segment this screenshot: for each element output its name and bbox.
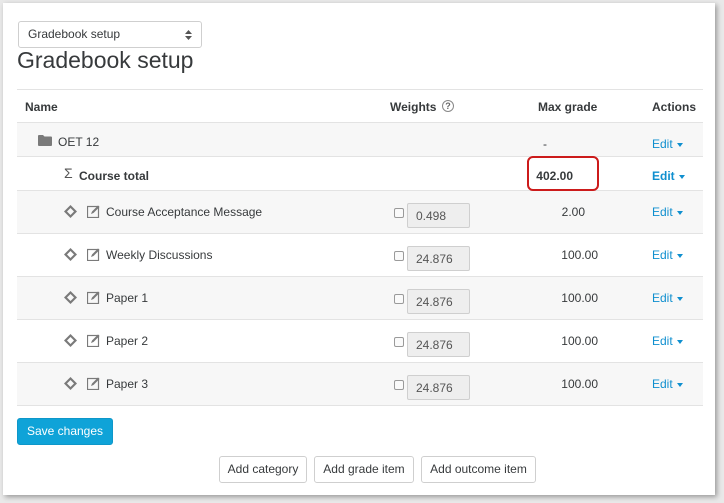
table-row: Paper 1 100.00 Edit — [17, 277, 703, 320]
grade-item-icon — [87, 334, 100, 347]
weight-input[interactable] — [407, 375, 470, 400]
edit-label: Edit — [652, 334, 673, 348]
weight-input[interactable] — [407, 289, 470, 314]
grade-item-icon — [87, 205, 100, 218]
item-max-grade: 100.00 — [561, 377, 598, 391]
page-selector[interactable]: Gradebook setup — [18, 21, 202, 48]
item-name: Weekly Discussions — [106, 248, 213, 262]
header-name: Name — [25, 100, 58, 114]
edit-label: Edit — [652, 291, 673, 305]
select-arrows-icon — [185, 30, 192, 40]
weight-input[interactable] — [407, 332, 470, 357]
course-total-label: Course total — [79, 169, 150, 183]
weight-input[interactable] — [407, 246, 470, 271]
table-row: Paper 2 100.00 Edit — [17, 320, 703, 363]
item-edit-menu[interactable]: Edit — [652, 205, 683, 219]
table-row: Weekly Discussions 100.00 Edit — [17, 234, 703, 277]
help-icon[interactable]: ? — [442, 100, 454, 112]
course-total-edit-menu[interactable]: Edit — [652, 169, 685, 183]
edit-label: Edit — [652, 205, 673, 219]
weight-input[interactable] — [407, 203, 470, 228]
edit-label: Edit — [652, 137, 673, 151]
item-max-grade: 100.00 — [561, 334, 598, 348]
table-row: Paper 3 100.00 Edit — [17, 363, 703, 406]
course-total-row: Σ Course total 402.00 Edit — [17, 157, 703, 191]
edit-label: Edit — [652, 248, 673, 262]
page-selector-value: Gradebook setup — [28, 27, 121, 41]
move-icon[interactable] — [64, 205, 77, 218]
item-edit-menu[interactable]: Edit — [652, 291, 683, 305]
table-header: Name Weights ? Max grade Actions — [17, 89, 703, 123]
caret-down-icon — [676, 339, 683, 344]
category-max-grade: - — [543, 137, 547, 151]
add-category-button[interactable]: Add category — [219, 456, 307, 483]
page-title: Gradebook setup — [17, 47, 194, 73]
grade-item-icon — [87, 291, 100, 304]
category-name: OET 12 — [58, 135, 100, 149]
move-icon[interactable] — [64, 248, 77, 261]
folder-icon — [38, 135, 52, 146]
header-max-grade: Max grade — [538, 100, 598, 114]
add-outcome-item-button[interactable]: Add outcome item — [421, 456, 536, 483]
grade-item-icon — [87, 248, 100, 261]
move-icon[interactable] — [64, 334, 77, 347]
page-frame: Gradebook setup Gradebook setup Name Wei… — [3, 3, 715, 495]
max-grade-highlight-box — [527, 156, 599, 191]
item-name: Course Acceptance Message — [106, 205, 263, 219]
category-row: OET 12 - Edit — [17, 123, 703, 157]
caret-down-icon — [676, 382, 683, 387]
weight-override-checkbox[interactable] — [394, 251, 404, 261]
caret-down-icon — [678, 174, 685, 179]
category-edit-menu[interactable]: Edit — [652, 137, 683, 151]
grade-item-icon — [87, 377, 100, 390]
sigma-icon: Σ — [64, 165, 73, 181]
item-edit-menu[interactable]: Edit — [652, 334, 683, 348]
weight-override-checkbox[interactable] — [394, 294, 404, 304]
move-icon[interactable] — [64, 377, 77, 390]
move-icon[interactable] — [64, 291, 77, 304]
item-name: Paper 3 — [106, 377, 149, 391]
item-max-grade: 100.00 — [561, 291, 598, 305]
item-name: Paper 1 — [106, 291, 149, 305]
weight-override-checkbox[interactable] — [394, 337, 404, 347]
header-weights: Weights — [390, 100, 437, 114]
header-actions: Actions — [652, 100, 697, 114]
weight-override-checkbox[interactable] — [394, 380, 404, 390]
caret-down-icon — [676, 142, 683, 147]
caret-down-icon — [676, 210, 683, 215]
item-edit-menu[interactable]: Edit — [652, 377, 683, 391]
edit-label: Edit — [652, 169, 675, 183]
item-edit-menu[interactable]: Edit — [652, 248, 683, 262]
item-max-grade: 100.00 — [561, 248, 598, 262]
weight-override-checkbox[interactable] — [394, 208, 404, 218]
caret-down-icon — [676, 253, 683, 258]
edit-label: Edit — [652, 377, 673, 391]
save-changes-button[interactable]: Save changes — [17, 418, 113, 445]
caret-down-icon — [676, 296, 683, 301]
add-grade-item-button[interactable]: Add grade item — [314, 456, 414, 483]
item-max-grade: 2.00 — [561, 205, 585, 219]
table-row: Course Acceptance Message 2.00 Edit — [17, 191, 703, 234]
item-name: Paper 2 — [106, 334, 149, 348]
